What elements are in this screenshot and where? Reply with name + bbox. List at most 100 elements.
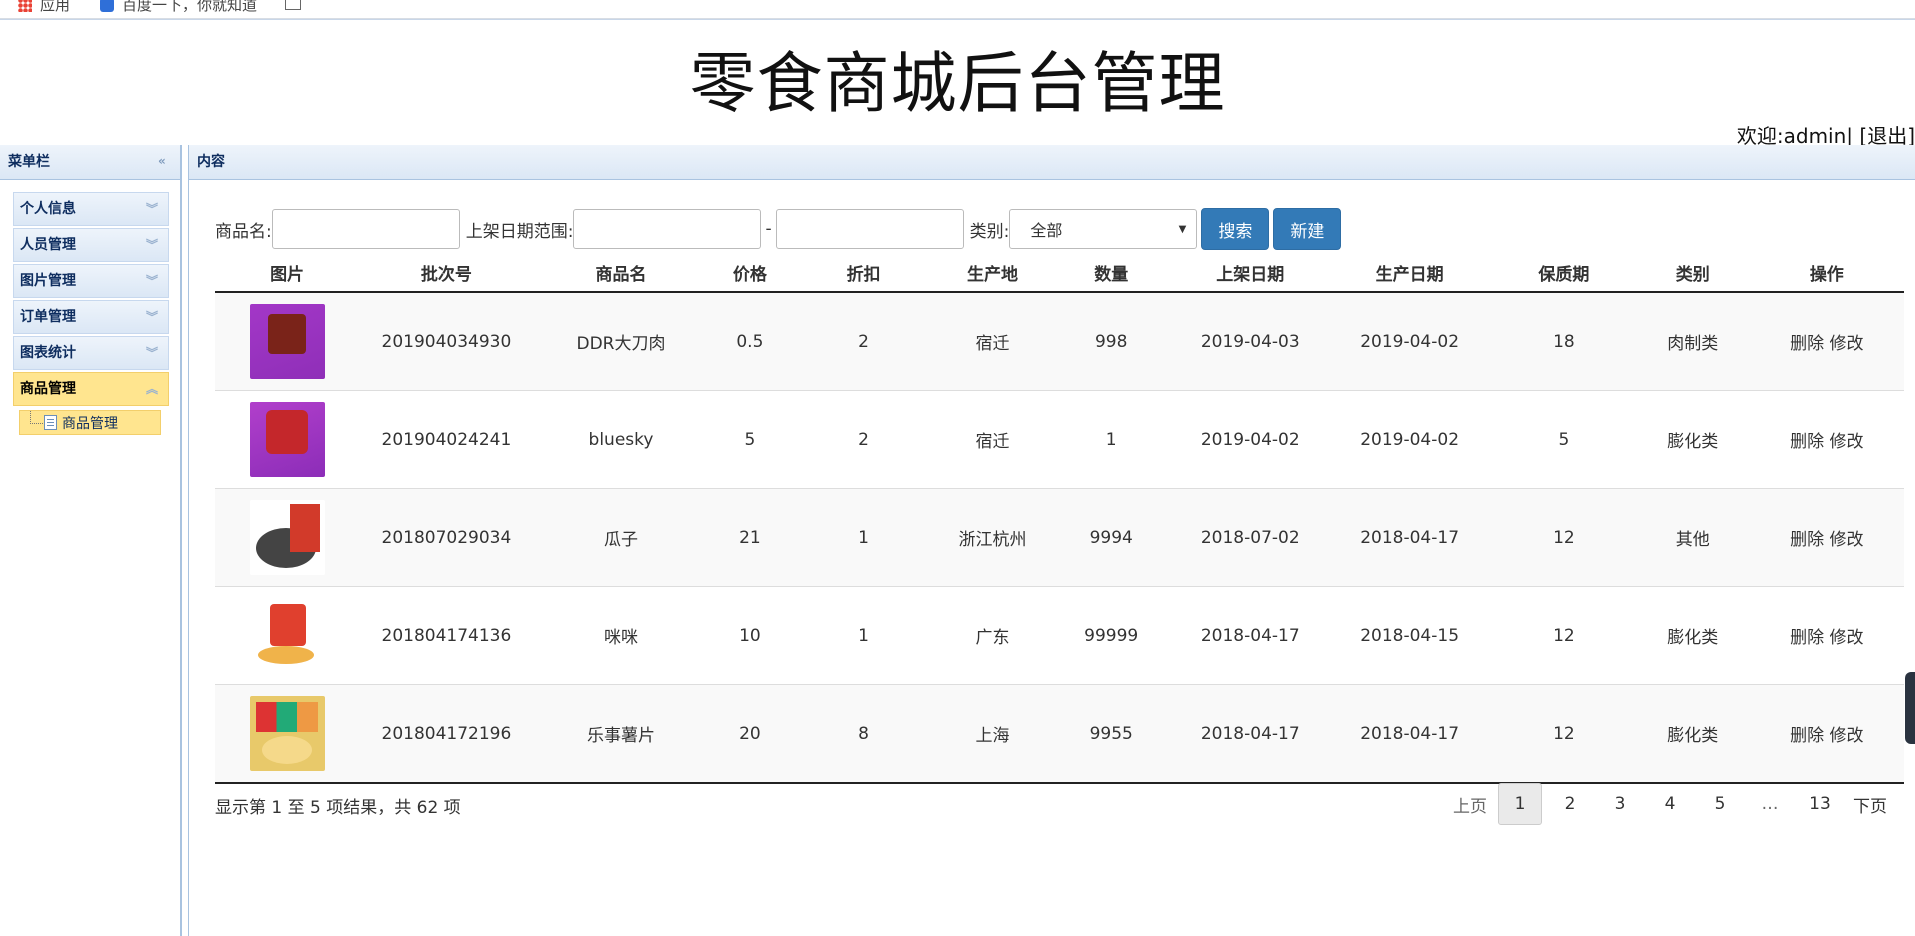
cell-type: 其他 <box>1635 488 1750 587</box>
product-table: 图片 批次号 商品名 价格 折扣 生产地 数量 上架日期 生产日期 保质期 类别… <box>215 253 1904 784</box>
cell-batch: 201807029034 <box>359 488 534 587</box>
cell-shelf-date: 2019-04-02 <box>1173 390 1328 489</box>
prev-page-button[interactable]: 上页 <box>1448 783 1492 825</box>
menu-item-orders[interactable]: 订单管理 ︾ <box>13 300 169 334</box>
table-row: 201804174136 咪咪 10 1 广东 99999 2018-04-17… <box>215 586 1904 685</box>
delete-link[interactable]: 删除 <box>1790 628 1824 648</box>
page-button-1[interactable]: 1 <box>1498 783 1542 825</box>
cell-prod-date: 2019-04-02 <box>1327 292 1492 391</box>
sub-item-product-management[interactable]: 商品管理 <box>19 410 161 435</box>
side-scroll-tab[interactable] <box>1905 672 1915 744</box>
collapse-icon[interactable]: « <box>158 155 170 167</box>
cell-price: 0.5 <box>708 292 792 391</box>
product-image <box>249 402 325 477</box>
col-header-discount: 折扣 <box>791 253 936 293</box>
menu-item-profile[interactable]: 个人信息 ︾ <box>13 192 169 226</box>
cell-prod-date: 2018-04-15 <box>1327 586 1492 685</box>
search-button[interactable]: 搜索 <box>1201 208 1270 250</box>
col-header-type: 类别 <box>1635 253 1750 293</box>
col-header-prod-date: 生产日期 <box>1327 253 1492 293</box>
edit-link[interactable]: 修改 <box>1830 432 1864 452</box>
cell-shelf-date: 2018-04-17 <box>1173 586 1328 685</box>
document-icon <box>44 415 57 430</box>
table-header-row: 图片 批次号 商品名 价格 折扣 生产地 数量 上架日期 生产日期 保质期 类别… <box>215 253 1904 293</box>
col-header-batch: 批次号 <box>359 253 534 293</box>
cell-shelf-date: 2018-07-02 <box>1173 488 1328 587</box>
menu-subtree: 商品管理 <box>19 410 169 435</box>
col-header-qty: 数量 <box>1049 253 1174 293</box>
new-button[interactable]: 新建 <box>1273 208 1342 250</box>
cell-shelf-life: 12 <box>1491 684 1636 784</box>
cell-price: 10 <box>708 586 792 685</box>
cell-prod-date: 2018-04-17 <box>1327 684 1492 784</box>
col-header-shelf-life: 保质期 <box>1491 253 1636 293</box>
page-button-5[interactable]: 5 <box>1698 783 1742 825</box>
edit-link[interactable]: 修改 <box>1830 334 1864 354</box>
menu-item-images[interactable]: 图片管理 ︾ <box>13 264 169 298</box>
menu-item-label: 图片管理 <box>20 273 76 289</box>
cell-name: 瓜子 <box>533 488 709 587</box>
page-button-3[interactable]: 3 <box>1598 783 1642 825</box>
date-start-input[interactable] <box>573 209 762 249</box>
cell-type: 膨化类 <box>1635 684 1750 784</box>
search-bar: 商品名: 上架日期范围: - 类别: 全部 ▼ 搜索 新建 <box>215 207 1342 251</box>
menu-item-label: 图表统计 <box>20 345 76 361</box>
cell-name: 咪咪 <box>533 586 709 685</box>
bookmark-baidu[interactable]: 百度一下，你就知道 <box>100 0 257 15</box>
cell-price: 5 <box>708 390 792 489</box>
cell-image <box>215 586 360 685</box>
date-end-input[interactable] <box>775 209 964 249</box>
bookmark-apps[interactable]: 应用 <box>18 0 70 15</box>
menu-item-users[interactable]: 人员管理 ︾ <box>13 228 169 262</box>
type-label: 类别: <box>969 221 1010 242</box>
chevron-down-icon: ︾ <box>145 346 158 360</box>
cell-shelf-date: 2018-04-17 <box>1173 684 1328 784</box>
page-title: 零食商城后台管理 <box>689 45 1226 122</box>
type-select[interactable]: 全部 ▼ <box>1009 209 1198 249</box>
chevron-down-icon: ︾ <box>145 274 158 288</box>
table-row: 201904024241 bluesky 5 2 宿迁 1 2019-04-02… <box>215 390 1904 489</box>
product-image <box>249 598 325 673</box>
edit-link[interactable]: 修改 <box>1830 726 1864 746</box>
cell-discount: 8 <box>791 684 936 784</box>
pagination: 上页 1 2 3 4 5 … 13 下页 <box>1442 783 1892 825</box>
col-header-shelf-date: 上架日期 <box>1173 253 1328 293</box>
col-header-name: 商品名 <box>533 253 709 293</box>
bookmark-baidu-label: 百度一下，你就知道 <box>122 0 258 14</box>
cell-ops: 删除 修改 <box>1749 488 1904 587</box>
edit-link[interactable]: 修改 <box>1830 530 1864 550</box>
bookmark-page[interactable] <box>285 0 301 10</box>
menu-item-charts[interactable]: 图表统计 ︾ <box>13 336 169 370</box>
cell-shelf-life: 12 <box>1491 586 1636 685</box>
product-name-input[interactable] <box>271 209 460 249</box>
delete-link[interactable]: 删除 <box>1790 530 1824 550</box>
sidebar-header: 菜单栏 « <box>0 145 180 180</box>
delete-link[interactable]: 删除 <box>1790 334 1824 354</box>
header: 零食商城后台管理 欢迎:admin| [退出] <box>0 19 1915 148</box>
col-header-origin: 生产地 <box>935 253 1050 293</box>
cell-qty: 9994 <box>1049 488 1174 587</box>
page-button-2[interactable]: 2 <box>1548 783 1592 825</box>
cell-origin: 上海 <box>935 684 1050 784</box>
cell-name: DDR大刀肉 <box>533 292 709 391</box>
dropdown-arrow-icon: ▼ <box>1178 224 1187 235</box>
cell-ops: 删除 修改 <box>1749 390 1904 489</box>
delete-link[interactable]: 删除 <box>1790 432 1824 452</box>
cell-image <box>215 390 360 489</box>
cell-origin: 广东 <box>935 586 1050 685</box>
edit-link[interactable]: 修改 <box>1830 628 1864 648</box>
cell-batch: 201904034930 <box>359 292 534 391</box>
cell-origin: 浙江杭州 <box>935 488 1050 587</box>
delete-link[interactable]: 删除 <box>1790 726 1824 746</box>
table-row: 201904034930 DDR大刀肉 0.5 2 宿迁 998 2019-04… <box>215 292 1904 391</box>
cell-qty: 9955 <box>1049 684 1174 784</box>
menu-item-products[interactable]: 商品管理 ︽ <box>13 372 169 406</box>
menu-item-label: 人员管理 <box>20 237 76 253</box>
page-button-13[interactable]: 13 <box>1798 783 1842 825</box>
next-page-button[interactable]: 下页 <box>1848 783 1892 825</box>
cell-discount: 2 <box>791 292 936 391</box>
table-row: 201807029034 瓜子 21 1 浙江杭州 9994 2018-07-0… <box>215 488 1904 587</box>
page-button-4[interactable]: 4 <box>1648 783 1692 825</box>
product-image <box>249 500 325 575</box>
sidebar-title: 菜单栏 <box>8 154 50 170</box>
